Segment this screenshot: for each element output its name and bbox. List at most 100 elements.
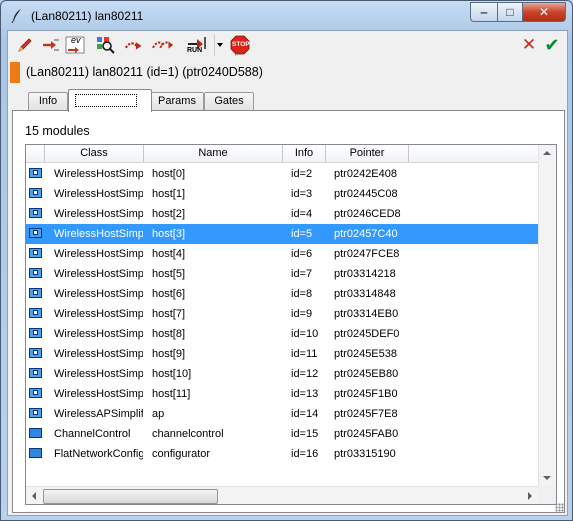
run-button[interactable] [124, 34, 146, 56]
table-row[interactable]: WirelessHostSimpl host[9] id=11 ptr0245E538 [26, 344, 538, 364]
scroll-right-icon[interactable] [528, 492, 532, 500]
inspect-button[interactable] [94, 34, 116, 56]
module-pointer-cell: ptr0245FAB0 [334, 428, 399, 440]
minimize-button[interactable]: ‒ [470, 2, 497, 22]
module-icon [29, 308, 42, 318]
module-pointer-cell: ptr03314848 [334, 288, 396, 300]
table-row[interactable]: WirelessHostSimpl host[2] id=4 ptr0246CED8 [26, 204, 538, 224]
tab-strip: Info Params Gates [8, 89, 567, 112]
title-bar[interactable]: (Lan80211) lan80211 ‒ □ ✕ [1, 1, 572, 29]
module-name-cell: host[10] [152, 368, 192, 380]
simple-module-icon [29, 448, 42, 458]
compound-module-icon [29, 268, 42, 278]
module-class-cell: WirelessHostSimpl [54, 188, 143, 200]
stop-button[interactable]: STOP [229, 34, 251, 56]
module-pointer-cell: ptr0242E408 [334, 168, 397, 180]
table-row[interactable]: WirelessHostSimpl host[6] id=8 ptr03314848 [26, 284, 538, 304]
module-pointer-cell: ptr0247FCE8 [334, 248, 400, 260]
object-bar: (Lan80211) lan80211 (id=1) (ptr0240D588) [8, 61, 567, 85]
module-class-cell: WirelessHostSimpl [54, 268, 143, 280]
quill-pen-icon [11, 9, 21, 24]
module-info-cell: id=11 [291, 348, 318, 360]
module-icon [29, 248, 42, 258]
simple-module-icon [29, 428, 42, 438]
module-info-cell: id=14 [291, 408, 319, 420]
horizontal-scroll-thumb[interactable] [43, 489, 218, 504]
table-row[interactable]: WirelessHostSimpl host[3] id=5 ptr02457C40 [26, 224, 538, 244]
maximize-button[interactable]: □ [497, 2, 522, 22]
module-class-cell: WirelessHostSimpl [54, 388, 143, 400]
scroll-down-icon[interactable] [543, 476, 551, 480]
scroll-up-icon[interactable] [543, 151, 551, 155]
ok-button[interactable]: ✔ [542, 35, 562, 55]
ok-check-icon: ✔ [544, 35, 560, 55]
tab-info[interactable]: Info [28, 92, 68, 110]
module-name-cell: host[2] [152, 208, 186, 220]
horizontal-scrollbar[interactable] [26, 486, 538, 504]
module-icon [29, 448, 42, 458]
table-row[interactable]: WirelessHostSimpl host[7] id=9 ptr03314EB0 [26, 304, 538, 324]
table-row[interactable]: WirelessHostSimpl host[8] id=10 ptr0245DEF0 [26, 324, 538, 344]
cancel-button[interactable]: ✕ [519, 35, 539, 55]
edit-pencil-button[interactable] [14, 34, 36, 56]
table-row[interactable]: WirelessHostSimpl host[0] id=2 ptr0242E408 [26, 164, 538, 184]
column-header-class[interactable]: Class [45, 145, 144, 162]
module-class-cell: WirelessHostSimpl [54, 348, 143, 360]
module-icon [29, 188, 42, 198]
module-info-cell: id=7 [291, 268, 313, 280]
table-row[interactable]: WirelessAPSimplifi ap id=14 ptr0245F7E8 [26, 404, 538, 424]
vertical-scrollbar[interactable] [538, 145, 556, 486]
table-row[interactable]: ChannelControl channelcontrol id=15 ptr0245… [26, 424, 538, 444]
module-name-cell: ap [152, 408, 165, 420]
tab-info-label: Info [38, 95, 58, 107]
run-dropdown-icon[interactable] [214, 34, 225, 56]
scroll-left-icon[interactable] [32, 492, 36, 500]
module-list[interactable]: Class Name Info Pointer WirelessHostSimp… [25, 144, 557, 505]
module-pointer-cell: ptr03314218 [334, 268, 396, 280]
step-button[interactable] [40, 34, 62, 56]
column-header-icon[interactable] [26, 145, 45, 162]
module-info-cell: id=13 [291, 388, 319, 400]
module-name-cell: host[3] [152, 228, 186, 240]
tab-gates[interactable]: Gates [204, 92, 254, 110]
object-color-marker [10, 62, 20, 83]
list-header: Class Name Info Pointer [26, 145, 538, 163]
module-name-cell: host[0] [152, 168, 186, 180]
tab-contents[interactable] [68, 89, 152, 112]
table-row[interactable]: WirelessHostSimpl host[11] id=13 ptr0245F1B… [26, 384, 538, 404]
window-title: (Lan80211) lan80211 [31, 9, 144, 23]
module-icon [29, 288, 42, 298]
module-info-cell: id=12 [291, 368, 319, 380]
column-header-name[interactable]: Name [144, 145, 283, 162]
table-row[interactable]: WirelessHostSimpl host[10] id=12 ptr0245EB8… [26, 364, 538, 384]
module-pointer-cell: ptr0245F1B0 [334, 388, 398, 400]
maximize-icon: □ [506, 5, 514, 19]
compound-module-icon [29, 248, 42, 258]
module-icon [29, 388, 42, 398]
module-name-cell: configurator [152, 448, 211, 460]
column-header-pointer[interactable]: Pointer [326, 145, 409, 162]
module-info-cell: id=2 [291, 168, 313, 180]
tab-params[interactable]: Params [150, 92, 204, 110]
table-row[interactable]: WirelessHostSimpl host[5] id=7 ptr03314218 [26, 264, 538, 284]
module-info-cell: id=5 [291, 228, 313, 240]
module-info-cell: id=8 [291, 288, 313, 300]
fast-run-button[interactable] [152, 34, 174, 56]
scroll-corner [538, 486, 556, 504]
table-row[interactable]: FlatNetworkConfig configurator id=16 ptr033… [26, 444, 538, 464]
table-row[interactable]: WirelessHostSimpl host[1] id=3 ptr02445C08 [26, 184, 538, 204]
tab-params-label: Params [158, 95, 196, 107]
close-button[interactable]: ✕ [522, 2, 566, 22]
module-icon [29, 408, 42, 418]
module-name-cell: host[6] [152, 288, 186, 300]
ev-step-button[interactable]: ev [64, 34, 86, 56]
tab-focus-indicator [75, 94, 137, 107]
column-header-info[interactable]: Info [283, 145, 326, 162]
resize-grip-icon[interactable] [555, 503, 565, 513]
minimize-icon: ‒ [480, 5, 488, 19]
table-row[interactable]: WirelessHostSimpl host[4] id=6 ptr0247FCE8 [26, 244, 538, 264]
module-info-cell: id=16 [291, 448, 319, 460]
module-name-cell: channelcontrol [152, 428, 224, 440]
module-class-cell: WirelessHostSimpl [54, 168, 143, 180]
run-until-button[interactable]: RUN [184, 34, 212, 56]
